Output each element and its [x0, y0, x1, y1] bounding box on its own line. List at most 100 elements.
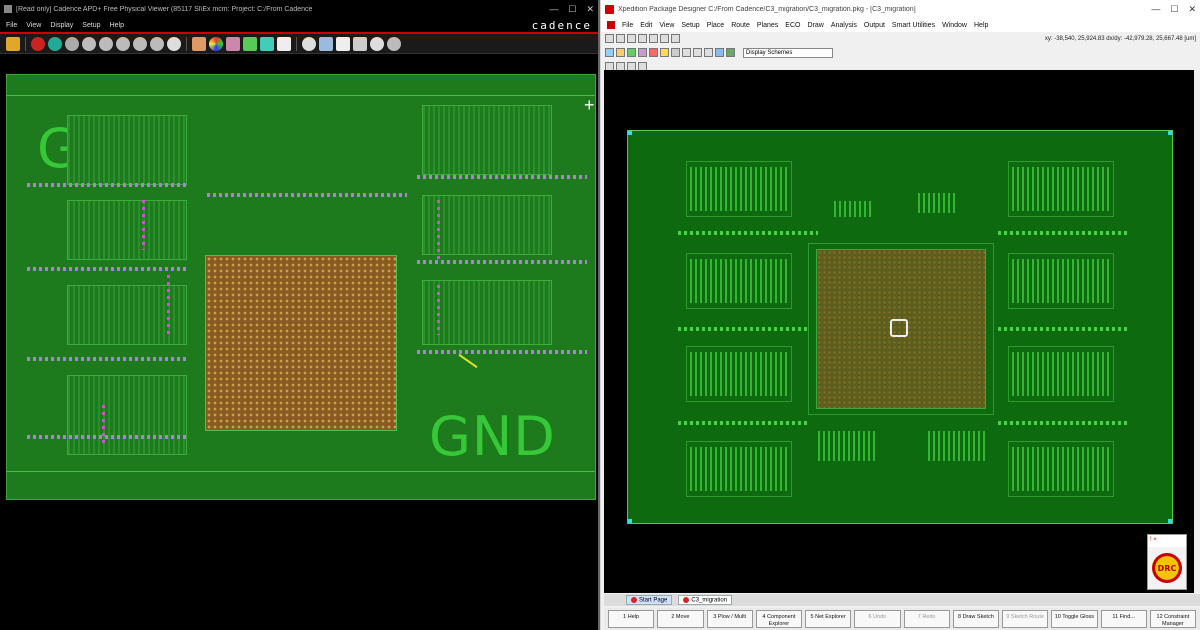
right-package-board[interactable]: [627, 130, 1173, 524]
drc-check-icon[interactable]: [660, 48, 669, 57]
menu-eco[interactable]: ECO: [785, 22, 800, 29]
zoom-in-icon[interactable]: [682, 48, 691, 57]
fkey-undo[interactable]: 6 Undo: [854, 610, 901, 628]
fkey-plow-multi[interactable]: 3 Plow / Multi: [706, 610, 753, 628]
open-folder-icon[interactable]: [6, 36, 20, 51]
display-schemes-select[interactable]: Display Schemes: [743, 47, 833, 58]
fit-board-icon[interactable]: [704, 48, 713, 57]
fkey-draw-sketch[interactable]: 8 Draw Sketch: [952, 610, 999, 628]
drc-panel[interactable]: ! × DRC: [1147, 534, 1187, 590]
drc-icon[interactable]: DRC: [1152, 553, 1182, 583]
fkey-move[interactable]: 2 Move: [657, 610, 704, 628]
xpedition-title-bar: Xpedition Package Designer C:/From Caden…: [601, 0, 1200, 18]
zoom-in-icon[interactable]: [82, 36, 96, 51]
shadow-icon[interactable]: [243, 36, 257, 51]
minimize-icon[interactable]: —: [1151, 4, 1160, 15]
zoom-fit-icon[interactable]: [65, 36, 79, 51]
redraw-icon[interactable]: [167, 36, 181, 51]
fkey-sketch-route[interactable]: 9 Sketch Route: [1002, 610, 1049, 628]
zoom-out-icon[interactable]: [99, 36, 113, 51]
fkey-net-explorer[interactable]: 5 Net Explorer: [805, 610, 852, 628]
tab-c3-migration[interactable]: C3_migration: [678, 594, 733, 606]
visibility-icon[interactable]: [226, 36, 240, 51]
tab-start-page[interactable]: Start Page: [626, 594, 673, 606]
zoom-previous-icon[interactable]: [133, 36, 147, 51]
show-element-icon[interactable]: [336, 36, 350, 51]
fkey-component-explorer[interactable]: 4 Component Explorer: [755, 610, 802, 628]
memory-pads: [690, 352, 788, 396]
layer-icon[interactable]: [726, 48, 735, 57]
via-icon[interactable]: [649, 48, 658, 57]
new-file-icon[interactable]: [605, 34, 614, 43]
fkey-constraint-manager[interactable]: 12 Constraint Manager: [1149, 610, 1196, 628]
properties-icon[interactable]: [671, 48, 680, 57]
measure-icon[interactable]: [353, 36, 367, 51]
layers-icon[interactable]: [192, 36, 206, 51]
maximize-icon[interactable]: ☐: [568, 4, 576, 15]
minimize-icon[interactable]: —: [549, 4, 558, 15]
menu-window[interactable]: Window: [942, 22, 967, 29]
fkey-redo[interactable]: 7 Redo: [903, 610, 950, 628]
document-tabs: Start Page C3_migration: [604, 594, 1200, 606]
menu-view[interactable]: View: [659, 22, 674, 29]
snapshot-icon[interactable]: [277, 36, 291, 51]
pad-row: [417, 350, 587, 354]
menu-planes[interactable]: Planes: [757, 22, 778, 29]
cut-icon[interactable]: [638, 34, 647, 43]
menu-analysis[interactable]: Analysis: [831, 22, 857, 29]
3d-view-icon[interactable]: [715, 48, 724, 57]
place-icon[interactable]: [616, 48, 625, 57]
paste-icon[interactable]: [660, 34, 669, 43]
copy-icon[interactable]: [649, 34, 658, 43]
via-column: [167, 275, 170, 335]
zoom-world-icon[interactable]: [116, 36, 130, 51]
3d-view-icon[interactable]: [260, 36, 274, 51]
plane-icon[interactable]: [638, 48, 647, 57]
close-icon[interactable]: ✕: [586, 4, 594, 15]
color-palette-icon[interactable]: [209, 36, 223, 51]
memory-block: [422, 195, 552, 255]
xpedition-menu-bar: File Edit View Setup Place Route Planes …: [601, 18, 1200, 32]
close-icon[interactable]: ✕: [1188, 4, 1196, 15]
maximize-icon[interactable]: ☐: [1170, 4, 1178, 15]
dehighlight-icon[interactable]: [387, 36, 401, 51]
zoom-area-icon[interactable]: [150, 36, 164, 51]
refresh-icon[interactable]: [48, 36, 62, 51]
apd-title-bar: [Read only] Cadence APD+ Free Physical V…: [0, 0, 598, 18]
fkey-find[interactable]: 11 Find...: [1100, 610, 1147, 628]
undo-icon[interactable]: [671, 34, 680, 43]
cadence-logo: cadence: [531, 18, 592, 32]
properties-icon[interactable]: [319, 36, 333, 51]
menu-draw[interactable]: Draw: [807, 22, 823, 29]
stop-icon[interactable]: [31, 36, 45, 51]
left-package-board[interactable]: GND GND: [6, 74, 596, 500]
open-icon[interactable]: [616, 34, 625, 43]
pad-row: [207, 193, 407, 197]
menu-edit[interactable]: Edit: [640, 22, 652, 29]
menu-setup[interactable]: Setup: [681, 22, 699, 29]
fkey-toggle-gloss[interactable]: 10 Toggle Gloss: [1051, 610, 1098, 628]
menu-display[interactable]: Display: [50, 22, 73, 29]
highlight-icon[interactable]: [370, 36, 384, 51]
menu-file[interactable]: File: [622, 22, 633, 29]
menu-view[interactable]: View: [26, 22, 41, 29]
menu-file[interactable]: File: [6, 22, 17, 29]
gnd-label-bottom: GND: [429, 405, 556, 468]
drc-panel-title: ! ×: [1148, 535, 1186, 547]
route-icon[interactable]: [627, 48, 636, 57]
menu-help[interactable]: Help: [110, 22, 124, 29]
menu-smart-utilities[interactable]: Smart Utilities: [892, 22, 935, 29]
menu-setup[interactable]: Setup: [82, 22, 100, 29]
menu-output[interactable]: Output: [864, 22, 885, 29]
save-icon[interactable]: [627, 34, 636, 43]
board-corner-marker: [628, 519, 632, 523]
fkey-help[interactable]: 1 Help: [608, 610, 655, 628]
menu-app-icon[interactable]: [607, 21, 615, 29]
zoom-out-icon[interactable]: [693, 48, 702, 57]
select-icon[interactable]: [605, 48, 614, 57]
pad-row: [678, 421, 808, 425]
eye-icon[interactable]: [302, 36, 316, 51]
menu-route[interactable]: Route: [731, 22, 750, 29]
menu-place[interactable]: Place: [707, 22, 725, 29]
menu-help[interactable]: Help: [974, 22, 988, 29]
